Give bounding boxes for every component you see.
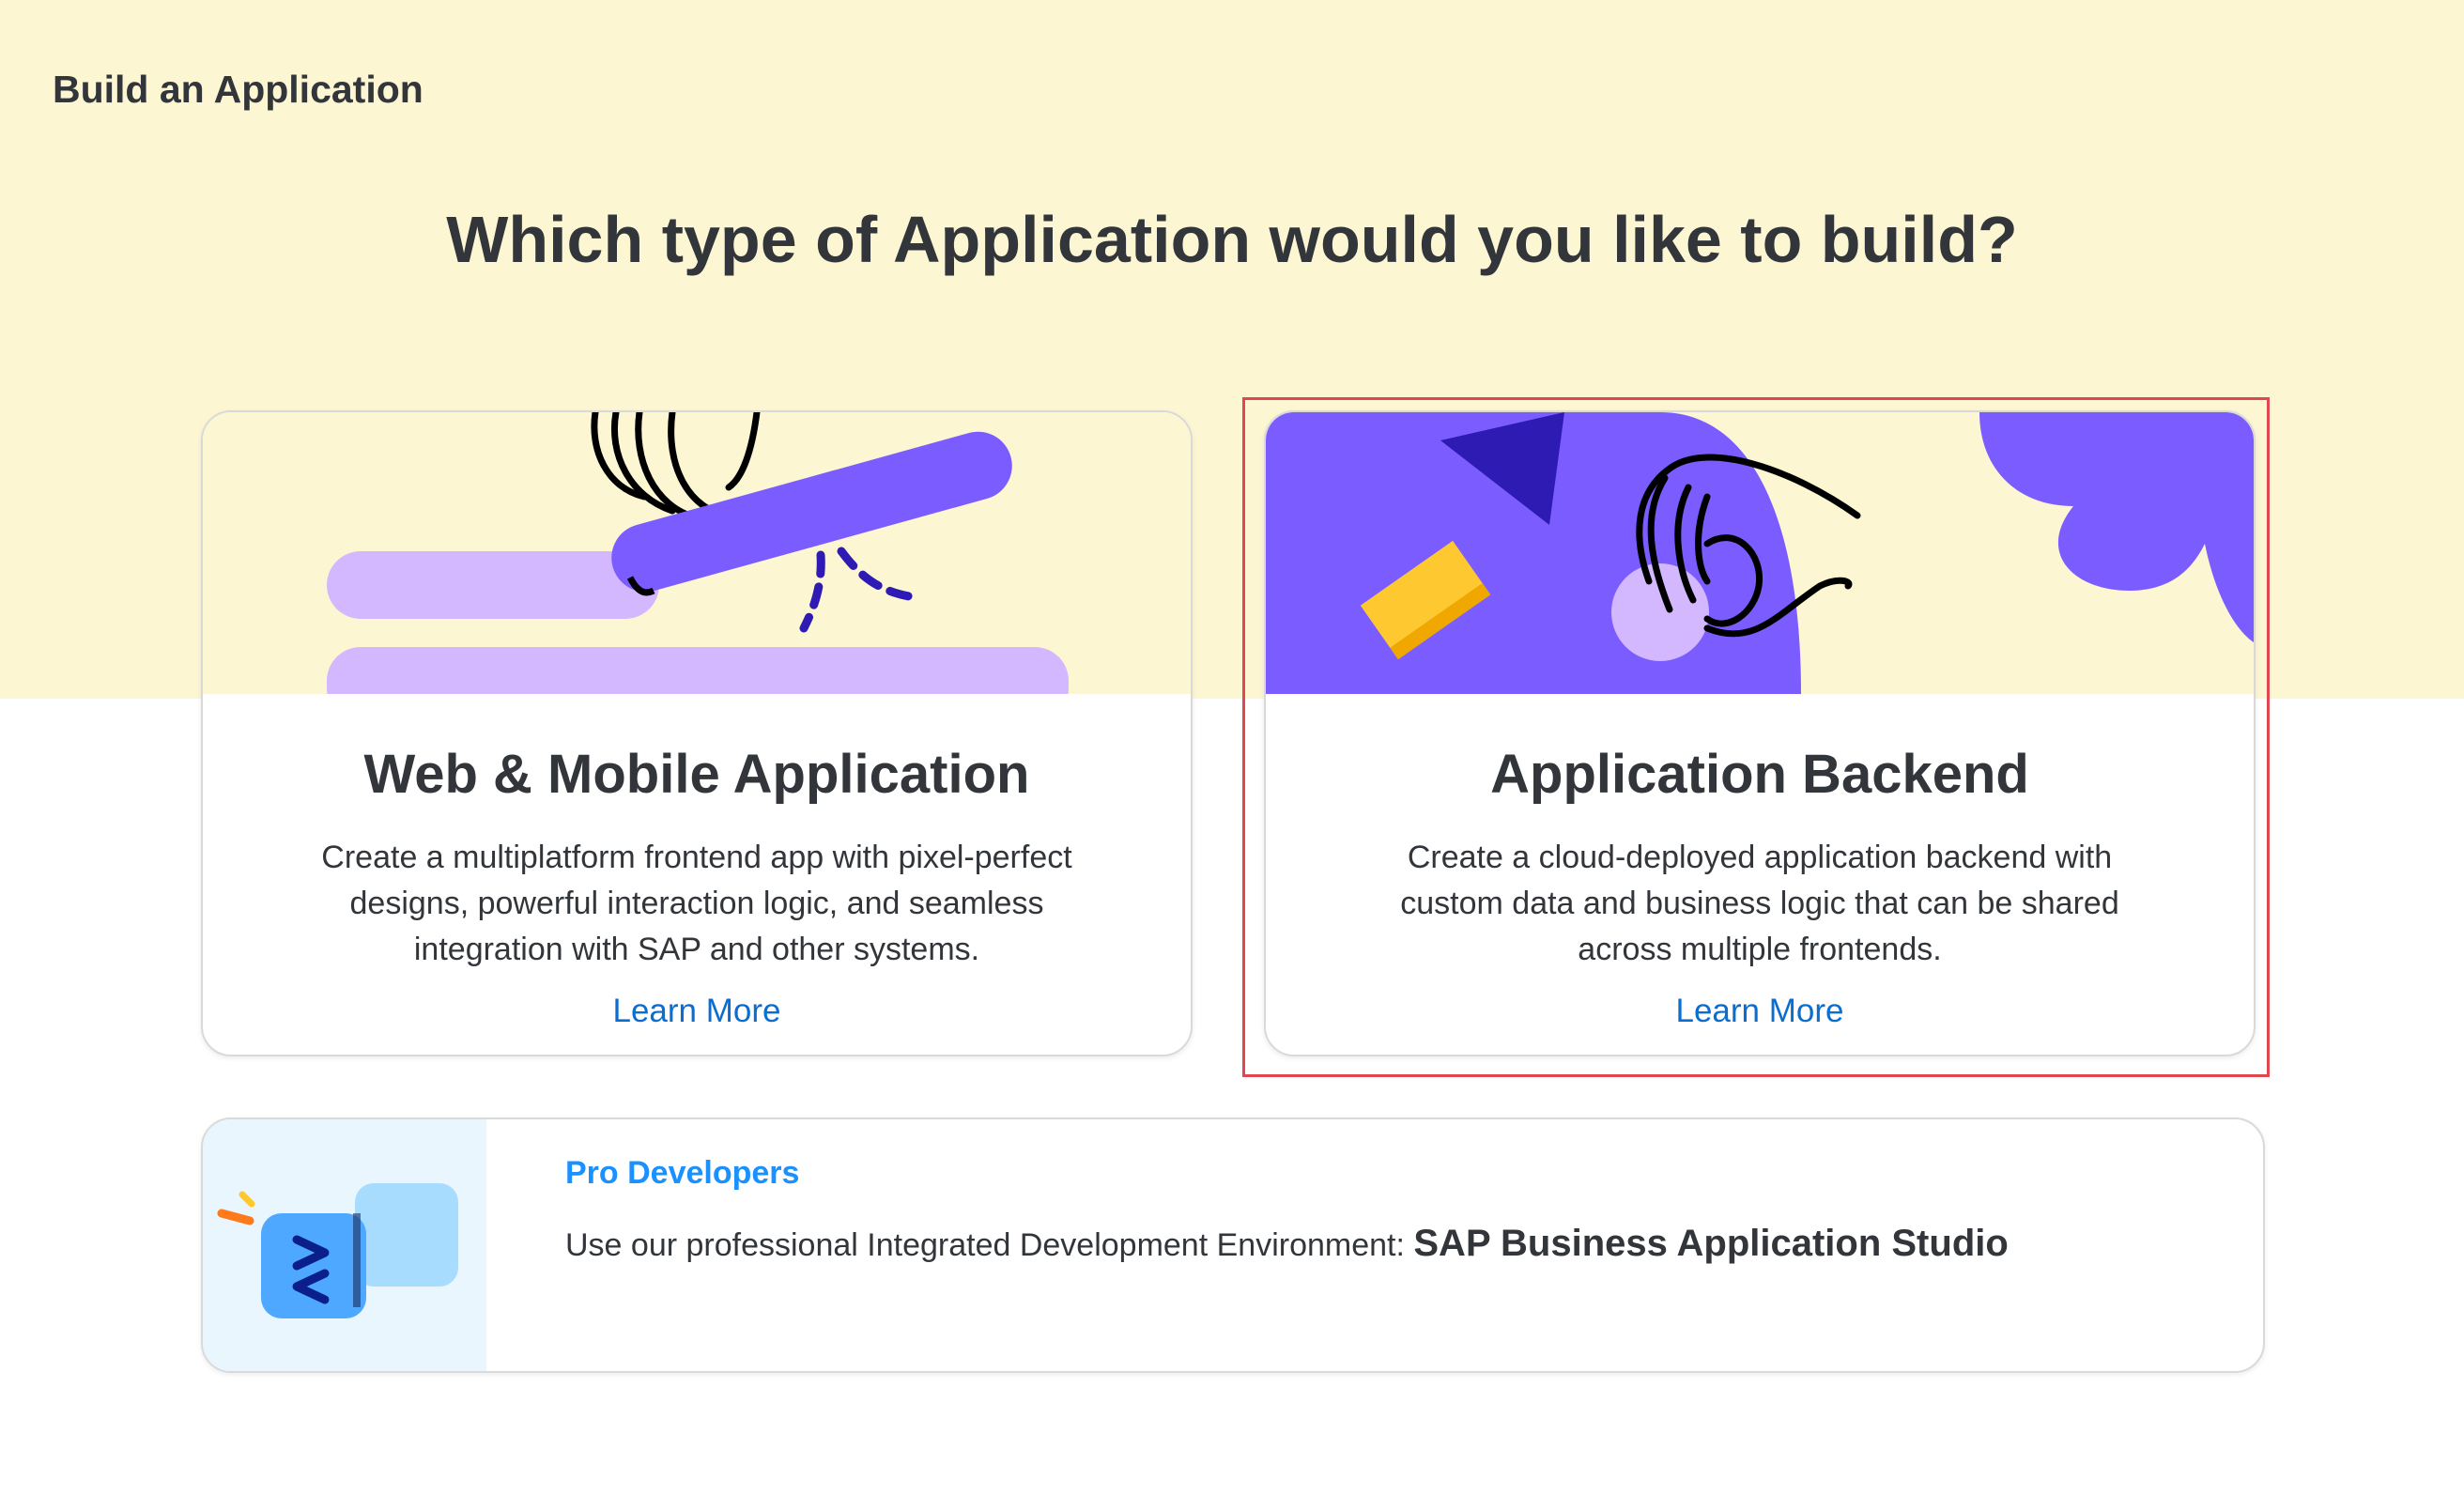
learn-more-link[interactable]: Learn More — [203, 993, 1191, 1030]
pro-description-text: Use our professional Integrated Developm… — [565, 1227, 1414, 1263]
headline: Which type of Application would you like… — [446, 203, 2018, 276]
card-title: Web & Mobile Application — [363, 744, 1030, 805]
hand-with-bar-illustration — [203, 412, 1191, 694]
pro-description: Use our professional Integrated Developm… — [565, 1223, 2009, 1265]
page-title: Build an Application — [53, 68, 424, 111]
code-bubble-icon — [203, 1119, 486, 1371]
pro-developers-card[interactable]: Pro Developers Use our professional Inte… — [201, 1117, 2265, 1373]
hand-with-shapes-illustration — [1266, 412, 2254, 694]
application-backend-card[interactable]: Application Backend Create a cloud-deplo… — [1264, 410, 2256, 1056]
card-title: Application Backend — [1490, 744, 2029, 805]
web-mobile-card[interactable]: Web & Mobile Application Create a multip… — [201, 410, 1193, 1056]
product-name: SAP Business Application Studio — [1413, 1223, 2009, 1264]
card-description: Create a multiplatform frontend app with… — [321, 840, 1072, 967]
pro-developers-link[interactable]: Pro Developers — [565, 1155, 799, 1192]
card-description: Create a cloud-deployed application back… — [1400, 840, 2119, 967]
learn-more-link[interactable]: Learn More — [1266, 993, 2254, 1030]
